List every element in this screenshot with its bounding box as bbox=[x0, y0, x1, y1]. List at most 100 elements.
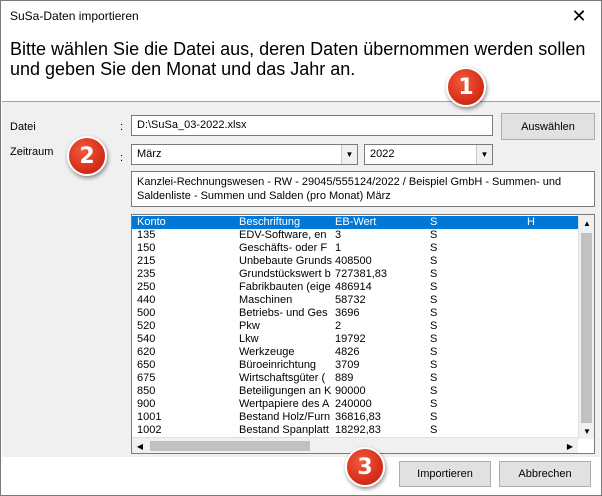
import-dialog: SuSa-Daten importieren ✕ Bitte wählen Si… bbox=[0, 0, 602, 496]
source-info-box: Kanzlei-Rechnungswesen - RW - 29045/5551… bbox=[131, 171, 595, 207]
table-row[interactable]: 1002 Bestand Spanplatt 18292,83 S bbox=[132, 424, 578, 437]
table-cell: 620 bbox=[137, 346, 156, 358]
month-value: März bbox=[137, 148, 162, 160]
table-cell: S bbox=[430, 372, 438, 384]
table-row[interactable]: 1001 Bestand Holz/Furn 36816,83 S bbox=[132, 411, 578, 424]
title-bar: SuSa-Daten importieren ✕ bbox=[1, 1, 601, 31]
table-cell: Büroeinrichtung bbox=[239, 359, 317, 371]
table-cell: 1 bbox=[335, 242, 342, 254]
table-cell: 889 bbox=[335, 372, 354, 384]
chevron-down-icon[interactable]: ▼ bbox=[476, 145, 492, 164]
table-cell: 250 bbox=[137, 281, 156, 293]
table-cell: 135 bbox=[137, 229, 156, 241]
table-row[interactable]: 675 Wirtschaftsgüter ( 889 S bbox=[132, 372, 578, 385]
table-cell: Wirtschaftsgüter ( bbox=[239, 372, 326, 384]
cancel-button[interactable]: Abbrechen bbox=[499, 461, 591, 487]
table-cell: 240000 bbox=[335, 398, 372, 410]
step-2-badge: 2 bbox=[67, 136, 107, 176]
table-cell: S bbox=[430, 229, 438, 241]
scroll-left-icon[interactable]: ◀ bbox=[132, 438, 148, 453]
table-cell: 727381,83 bbox=[335, 268, 387, 280]
table-row[interactable]: 250 Fabrikbauten (eige 486914 S bbox=[132, 281, 578, 294]
file-label: Datei bbox=[10, 121, 36, 133]
scroll-down-icon[interactable]: ▼ bbox=[579, 423, 594, 439]
browse-button[interactable]: Auswählen bbox=[501, 113, 595, 140]
table-cell: S bbox=[430, 385, 438, 397]
table-cell: 408500 bbox=[335, 255, 372, 267]
table-cell: 3 bbox=[335, 229, 342, 241]
table-header-cell: EB-Wert bbox=[335, 216, 377, 228]
table-cell: Bestand Spanplatt bbox=[239, 424, 329, 436]
table-cell: 900 bbox=[137, 398, 156, 410]
table-header-cell: S bbox=[430, 216, 438, 228]
table-cell: 3696 bbox=[335, 307, 360, 319]
table-header-cell: Konto bbox=[137, 216, 166, 228]
vertical-scrollbar[interactable]: ▲ ▼ bbox=[578, 215, 594, 439]
table-cell: 2 bbox=[335, 320, 342, 332]
table-cell: 500 bbox=[137, 307, 156, 319]
table-cell: Geschäfts- oder F bbox=[239, 242, 328, 254]
year-select[interactable]: 2022 ▼ bbox=[364, 144, 493, 165]
table-cell: Fabrikbauten (eige bbox=[239, 281, 331, 293]
table-cell: 18292,83 bbox=[335, 424, 381, 436]
horizontal-scroll-thumb[interactable] bbox=[150, 441, 310, 451]
table-cell: Beteiligungen an K bbox=[239, 385, 332, 397]
table-header-row[interactable]: Konto Beschriftung EB-Wert S H bbox=[132, 216, 578, 229]
close-icon[interactable]: ✕ bbox=[557, 1, 601, 31]
table-cell: S bbox=[430, 411, 438, 423]
table-row[interactable]: 850 Beteiligungen an K 90000 S bbox=[132, 385, 578, 398]
table-cell: S bbox=[430, 242, 438, 254]
table-row[interactable]: 235 Grundstückswert b 727381,83 S bbox=[132, 268, 578, 281]
table-cell: 650 bbox=[137, 359, 156, 371]
table-cell: S bbox=[430, 255, 438, 267]
table-cell: 540 bbox=[137, 333, 156, 345]
table-cell: 58732 bbox=[335, 294, 366, 306]
import-button[interactable]: Importieren bbox=[399, 461, 491, 487]
table-row[interactable]: 520 Pkw 2 S bbox=[132, 320, 578, 333]
file-colon: : bbox=[120, 121, 124, 133]
file-path-field[interactable]: D:\SuSa_03-2022.xlsx bbox=[131, 115, 493, 136]
table-cell: Wertpapiere des A bbox=[239, 398, 330, 410]
table-row[interactable]: 620 Werkzeuge 4826 S bbox=[132, 346, 578, 359]
table-cell: Unbebaute Grunds bbox=[239, 255, 332, 267]
vertical-scroll-thumb[interactable] bbox=[581, 233, 592, 423]
table-cell: Lkw bbox=[239, 333, 259, 345]
scroll-right-icon[interactable]: ▶ bbox=[562, 438, 578, 453]
table-cell: 90000 bbox=[335, 385, 366, 397]
period-colon: : bbox=[120, 152, 124, 164]
table-cell: 1002 bbox=[137, 424, 162, 436]
account-list[interactable]: Konto Beschriftung EB-Wert S H 135 EDV-Softwar… bbox=[131, 214, 595, 454]
table-row[interactable]: 900 Wertpapiere des A 240000 S bbox=[132, 398, 578, 411]
instruction-area: Bitte wählen Sie die Datei aus, deren Da… bbox=[1, 31, 601, 101]
table-cell: Pkw bbox=[239, 320, 260, 332]
table-cell: Werkzeuge bbox=[239, 346, 295, 358]
table-row[interactable]: 500 Betriebs- und Ges 3696 S bbox=[132, 307, 578, 320]
table-cell: 235 bbox=[137, 268, 156, 280]
table-cell: S bbox=[430, 346, 438, 358]
table-row[interactable]: 150 Geschäfts- oder F 1 S bbox=[132, 242, 578, 255]
table-row[interactable]: 440 Maschinen 58732 S bbox=[132, 294, 578, 307]
table-row[interactable]: 135 EDV-Software, en 3 S bbox=[132, 229, 578, 242]
scroll-up-icon[interactable]: ▲ bbox=[579, 215, 594, 231]
table-cell: 675 bbox=[137, 372, 156, 384]
table-cell: 1001 bbox=[137, 411, 162, 423]
table-cell: 215 bbox=[137, 255, 156, 267]
table-row[interactable]: 650 Büroeinrichtung 3709 S bbox=[132, 359, 578, 372]
table-row[interactable]: 540 Lkw 19792 S bbox=[132, 333, 578, 346]
period-label: Zeitraum bbox=[10, 146, 54, 158]
table-header-cell: Beschriftung bbox=[239, 216, 301, 228]
table-cell: S bbox=[430, 307, 438, 319]
table-row[interactable]: 215 Unbebaute Grunds 408500 S bbox=[132, 255, 578, 268]
table-cell: 440 bbox=[137, 294, 156, 306]
table-cell: 4826 bbox=[335, 346, 360, 358]
table-cell: 486914 bbox=[335, 281, 372, 293]
table-cell: S bbox=[430, 424, 438, 436]
month-select[interactable]: März ▼ bbox=[131, 144, 358, 165]
chevron-down-icon[interactable]: ▼ bbox=[341, 145, 357, 164]
table-cell: Grundstückswert b bbox=[239, 268, 331, 280]
table-cell: 3709 bbox=[335, 359, 360, 371]
table-cell: Bestand Holz/Furn bbox=[239, 411, 331, 423]
table-cell: S bbox=[430, 268, 438, 280]
table-cell: Maschinen bbox=[239, 294, 293, 306]
table-cell: EDV-Software, en bbox=[239, 229, 327, 241]
